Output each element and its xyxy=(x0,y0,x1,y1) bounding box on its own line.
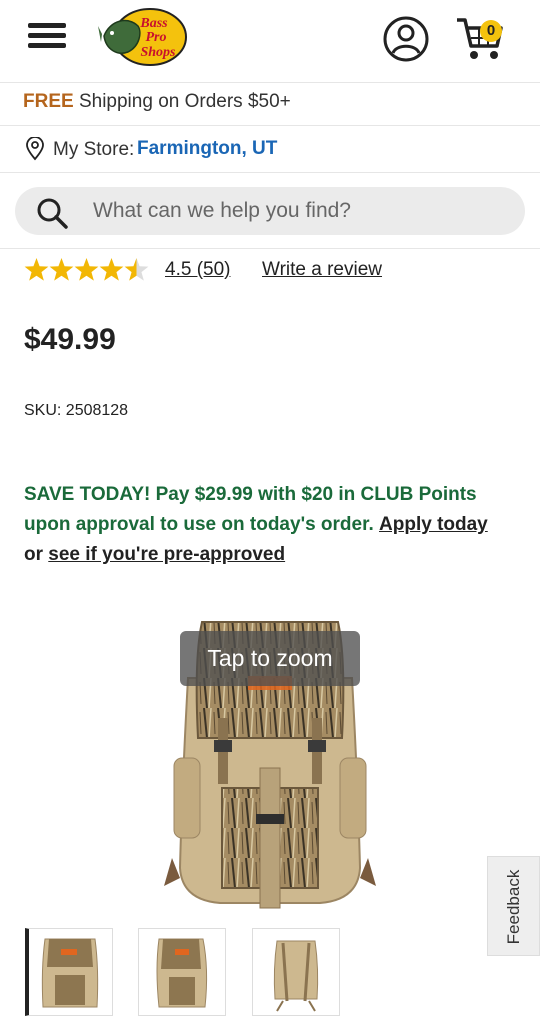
product-sku: SKU: 2508128 xyxy=(24,402,129,419)
star-rating[interactable] xyxy=(24,257,150,283)
logo-word-shops: Shops xyxy=(140,45,176,60)
logo-word-bass: Bass xyxy=(139,16,168,31)
account-icon[interactable] xyxy=(383,16,429,62)
feedback-tab[interactable]: Feedback xyxy=(487,856,540,956)
tap-to-zoom-hint: Tap to zoom xyxy=(180,631,360,686)
cart-count-badge: 0 xyxy=(480,20,502,42)
free-label: FREE xyxy=(23,91,74,112)
pre-approved-link[interactable]: see if you're pre-approved xyxy=(48,544,285,565)
shipping-message: FREE Shipping on Orders $50+ xyxy=(23,91,291,113)
promo-or: or xyxy=(24,544,49,565)
rating-star xyxy=(49,258,74,281)
thumbnail-back[interactable] xyxy=(252,928,340,1016)
bass-pro-shops-logo[interactable]: Bass Pro Shops xyxy=(98,6,188,68)
product-price: $49.99 xyxy=(24,323,116,356)
logo-word-pro: Pro xyxy=(146,30,167,45)
search-icon[interactable] xyxy=(35,196,69,230)
store-name-link[interactable]: Farmington, UT xyxy=(137,138,277,160)
write-review-link[interactable]: Write a review xyxy=(262,259,382,281)
thumbnail-angle[interactable] xyxy=(138,928,226,1016)
my-store-label: My Store: xyxy=(53,139,135,160)
search-placeholder[interactable]: What can we help you find? xyxy=(93,199,351,223)
rating-star xyxy=(24,258,49,281)
rating-reviews-link[interactable]: 4.5 (50) xyxy=(165,259,230,281)
hamburger-menu-icon[interactable] xyxy=(28,21,68,51)
thumbnail-front[interactable] xyxy=(25,928,113,1016)
rating-star xyxy=(74,258,99,281)
rating-star xyxy=(99,258,124,281)
feedback-label: Feedback xyxy=(504,869,523,945)
location-pin-icon xyxy=(25,136,45,161)
club-promo: SAVE TODAY! Pay $29.99 with $20 in CLUB … xyxy=(24,480,519,570)
rating-star xyxy=(124,258,149,281)
divider xyxy=(0,248,540,249)
apply-today-link[interactable]: Apply today xyxy=(379,514,488,535)
shipping-text: Shipping on Orders $50+ xyxy=(73,91,291,112)
